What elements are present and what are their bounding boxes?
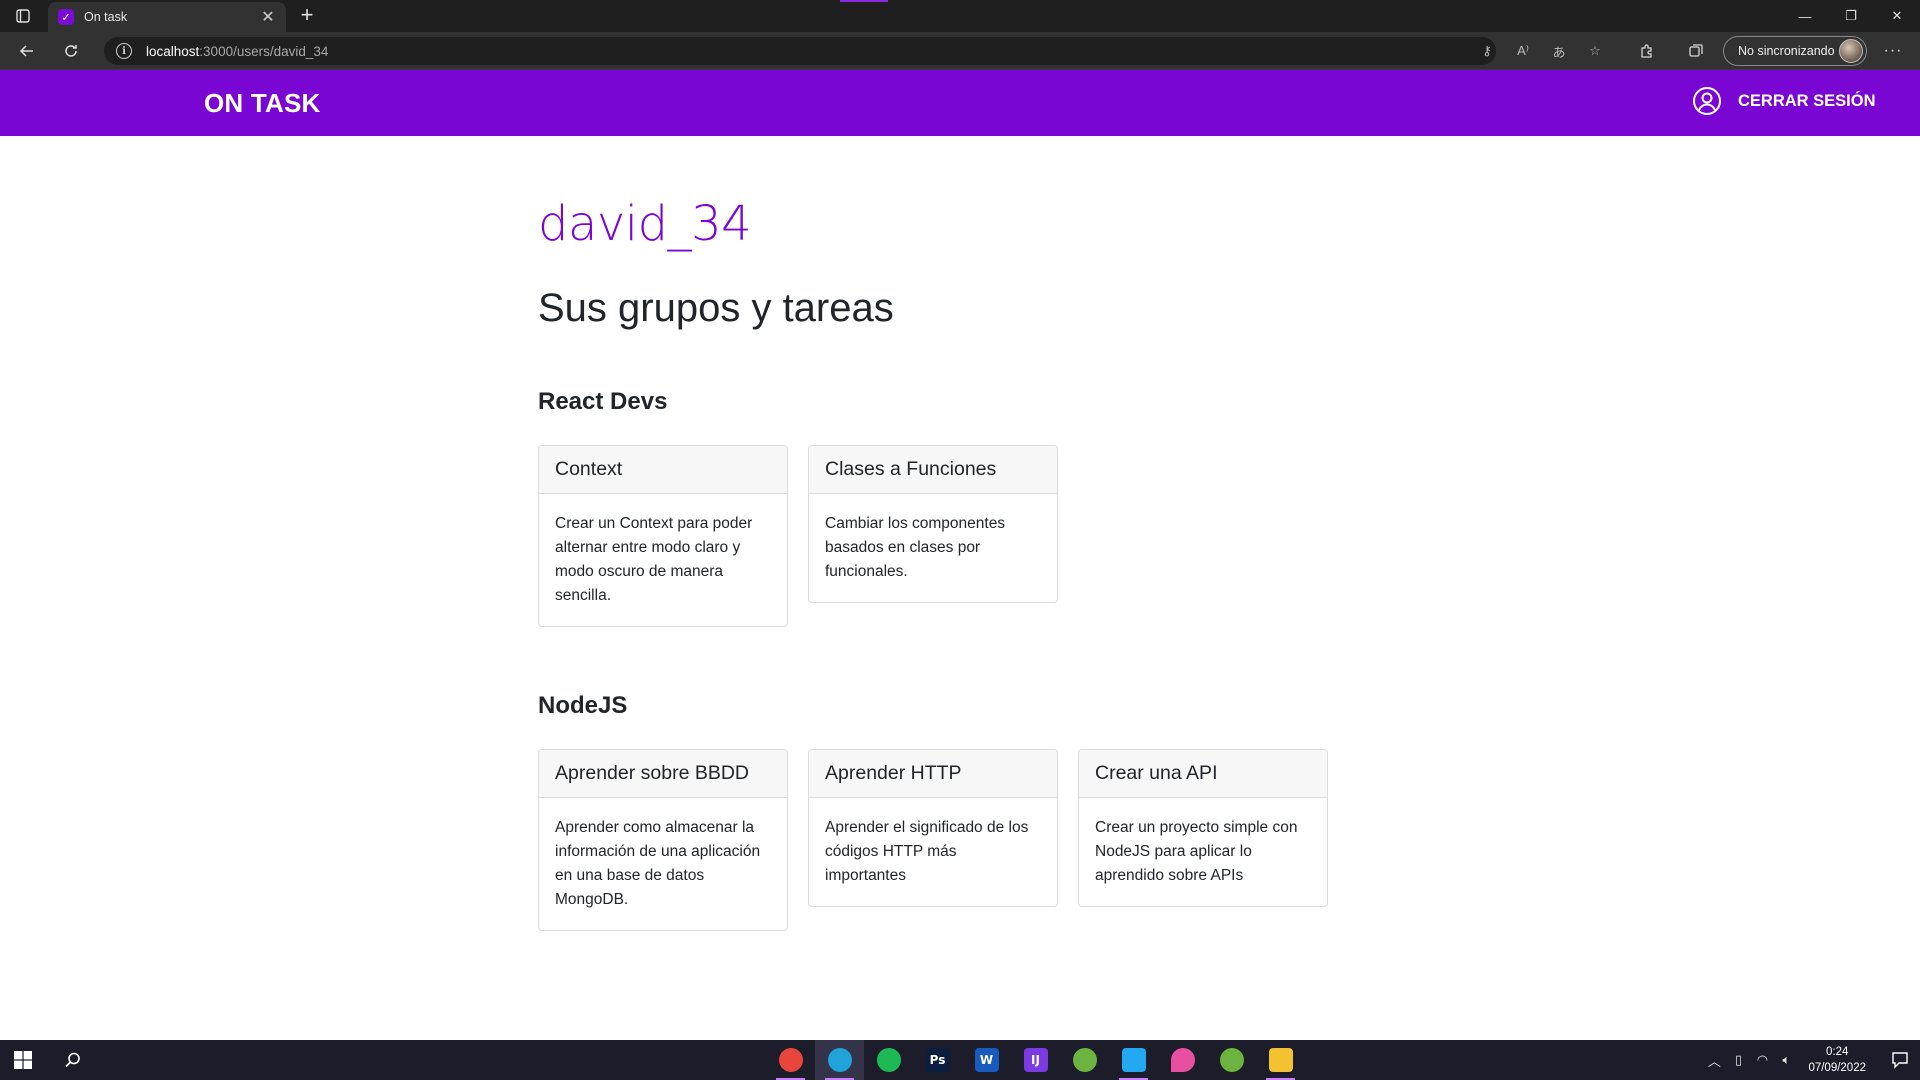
url-path: :3000/users/david_34 (199, 43, 329, 59)
tab-strip-accent (840, 0, 888, 2)
vscode-icon (1121, 1048, 1146, 1072)
site-info-icon[interactable]: i (116, 43, 132, 59)
photoshop-icon: Ps (925, 1048, 950, 1072)
taskbar-app-photoshop[interactable]: Ps (913, 1040, 962, 1080)
task-description: Crear un proyecto simple con NodeJS para… (1095, 819, 1298, 884)
window-controls: — ❐ ✕ (1782, 0, 1920, 32)
notification-center-icon[interactable] (1880, 1040, 1920, 1080)
profile-username: david_34 (538, 196, 752, 252)
windows-logo-icon (14, 1051, 32, 1069)
restore-icon[interactable]: ❐ (1828, 0, 1874, 32)
browser-tab[interactable]: ✓ On task ✕ (48, 2, 286, 32)
taskbar-search-button[interactable] (50, 1040, 96, 1080)
system-tray: ︿ ▯ ◠ 🔈︎ 0:24 07/09/2022 (1702, 1040, 1920, 1080)
collections-button[interactable] (1681, 37, 1711, 65)
minimize-icon[interactable]: — (1782, 0, 1828, 32)
tab-title: On task (84, 10, 128, 24)
task-card[interactable]: Context Crear un Context para poder alte… (538, 445, 788, 627)
clock-date: 07/09/2022 (1808, 1062, 1866, 1074)
extensions-button[interactable] (1632, 37, 1662, 65)
taskbar-app-word[interactable]: W (962, 1040, 1011, 1080)
app-navbar: ON TASK CERRAR SESIÓN (0, 70, 1920, 136)
spring-icon (1072, 1048, 1097, 1072)
sync-status-label: No sincronizando (1738, 44, 1835, 58)
chrome-icon (778, 1048, 803, 1072)
taskbar-app-intellij[interactable]: IJ (1011, 1040, 1060, 1080)
start-button[interactable] (0, 1040, 46, 1080)
group-title: React Devs (538, 388, 668, 415)
taskbar-clock[interactable]: 0:24 07/09/2022 (1808, 1044, 1866, 1076)
browser-tab-strip: ✓ On task ✕ + — ❐ ✕ (0, 0, 1920, 32)
translate-icon[interactable]: あ (1546, 38, 1572, 64)
file-explorer-icon (1268, 1048, 1293, 1072)
reload-button[interactable] (56, 37, 86, 65)
task-description: Cambiar los componentes basados en clase… (825, 515, 1006, 580)
task-card[interactable]: Clases a Funciones Cambiar los component… (808, 445, 1058, 603)
word-icon: W (974, 1048, 999, 1072)
search-icon (65, 1052, 80, 1068)
back-button[interactable] (12, 37, 42, 65)
page-title: Sus grupos y tareas (538, 286, 894, 330)
taskbar-app-spring[interactable] (1060, 1040, 1109, 1080)
intellij-icon: IJ (1023, 1048, 1048, 1072)
task-title: Crear una API (1079, 750, 1327, 798)
tab-actions-icon (16, 9, 30, 23)
task-title: Aprender HTTP (809, 750, 1057, 798)
wifi-icon[interactable]: ◠ (1750, 1040, 1774, 1080)
group-title: NodeJS (538, 692, 628, 719)
add-favorite-icon[interactable]: ☆ (1582, 38, 1608, 64)
taskbar-app-paint-drop[interactable] (1158, 1040, 1207, 1080)
address-bar[interactable]: i localhost:3000/users/david_34 (104, 37, 1496, 65)
chevron-up-icon[interactable]: ︿ (1702, 1040, 1726, 1080)
settings-more-button[interactable]: ··· (1878, 37, 1908, 65)
taskbar-app-vscode[interactable] (1109, 1040, 1158, 1080)
task-description: Crear un Context para poder alternar ent… (555, 515, 753, 604)
tab-actions-button[interactable] (8, 4, 38, 28)
collections-icon (1689, 44, 1703, 57)
volume-icon[interactable]: 🔈︎ (1774, 1040, 1798, 1080)
taskbar-app-chrome[interactable] (766, 1040, 815, 1080)
new-tab-button[interactable]: + (294, 4, 320, 28)
task-title: Clases a Funciones (809, 446, 1057, 494)
puzzle-icon (1641, 44, 1652, 58)
taskbar-pinned-apps: Ps W IJ (766, 1040, 1305, 1080)
task-title: Aprender sobre BBDD (539, 750, 787, 798)
profile-sync-button[interactable]: No sincronizando (1723, 36, 1867, 66)
tab-close-icon[interactable]: ✕ (260, 7, 276, 27)
os-taskbar: Ps W IJ ︿ ▯ ◠ 🔈︎ 0:24 07/09/2022 (0, 1040, 1920, 1080)
taskbar-app-edge[interactable] (815, 1040, 864, 1080)
close-window-icon[interactable]: ✕ (1874, 0, 1920, 32)
check-favicon-icon: ✓ (58, 9, 74, 25)
paint-drop-icon (1170, 1048, 1195, 1072)
user-circle-icon (1693, 87, 1721, 115)
task-card[interactable]: Crear una API Crear un proyecto simple c… (1078, 749, 1328, 907)
key-icon[interactable]: ⚷ (1474, 38, 1500, 64)
read-aloud-icon[interactable]: A⁾ (1510, 38, 1536, 64)
group-card-list: Context Crear un Context para poder alte… (538, 445, 1058, 627)
back-arrow-icon (19, 45, 33, 57)
task-title: Context (539, 446, 787, 494)
spotify-icon (876, 1048, 901, 1072)
task-description: Aprender como almacenar la información d… (555, 819, 761, 908)
url-host: localhost (146, 43, 200, 59)
group-card-list: Aprender sobre BBDD Aprender como almace… (538, 749, 1328, 931)
reload-icon (65, 45, 77, 57)
logout-label: CERRAR SESIÓN (1738, 91, 1876, 110)
browser-toolbar: i localhost:3000/users/david_34 ⚷ A⁾ あ ☆… (0, 32, 1920, 70)
profile-avatar (1839, 39, 1863, 63)
taskbar-app-spring-tool[interactable] (1207, 1040, 1256, 1080)
taskbar-app-file-explorer[interactable] (1256, 1040, 1305, 1080)
brand-logo[interactable]: ON TASK (204, 88, 320, 119)
task-description: Aprender el significado de los códigos H… (825, 819, 1029, 884)
edge-icon (827, 1048, 852, 1072)
taskbar-app-spotify[interactable] (864, 1040, 913, 1080)
clock-time: 0:24 (1826, 1046, 1849, 1058)
notification-bubble-icon (1892, 1052, 1908, 1069)
spring-tool-icon (1219, 1048, 1244, 1072)
task-card[interactable]: Aprender HTTP Aprender el significado de… (808, 749, 1058, 907)
logout-button[interactable]: CERRAR SESIÓN (1692, 86, 1876, 116)
usb-device-icon[interactable]: ▯ (1726, 1040, 1750, 1080)
task-card[interactable]: Aprender sobre BBDD Aprender como almace… (538, 749, 788, 931)
